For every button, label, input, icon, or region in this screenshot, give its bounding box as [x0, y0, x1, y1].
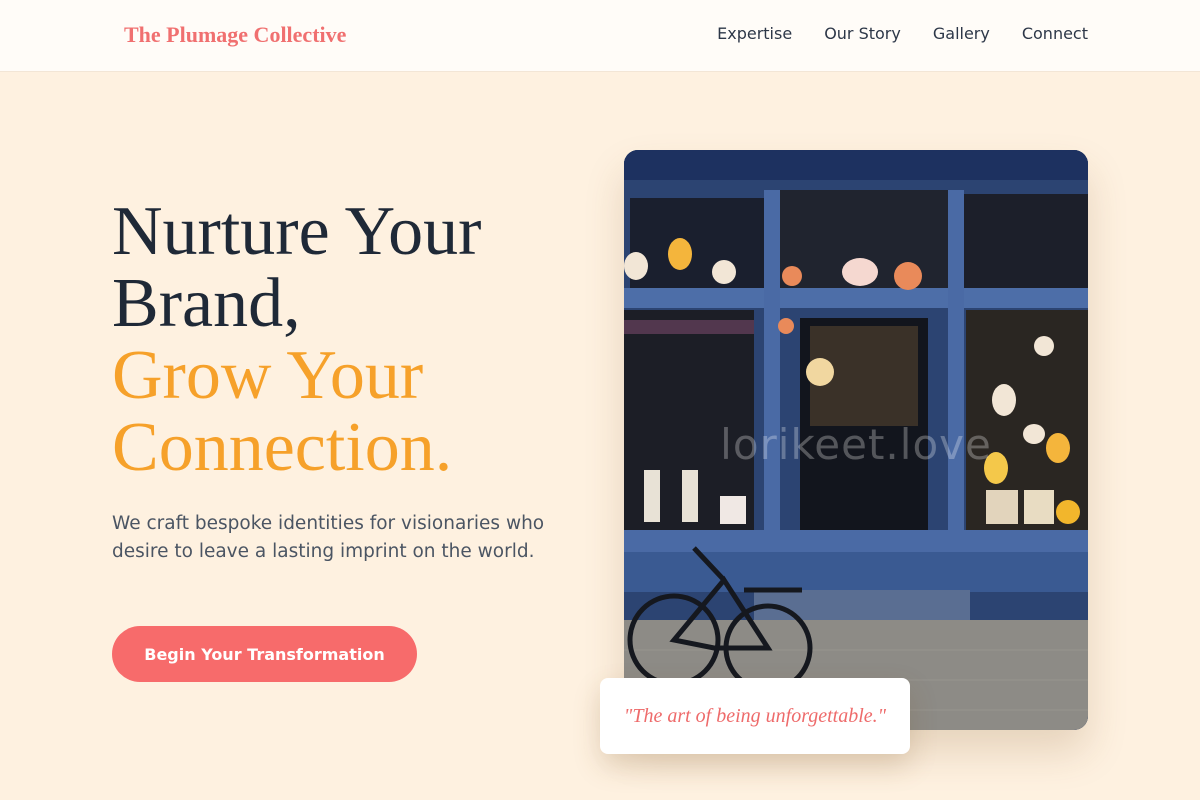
nav-link-our-story[interactable]: Our Story: [824, 24, 901, 43]
hero-title-line-2: Brand,: [112, 265, 301, 342]
main-nav: Expertise Our Story Gallery Connect: [717, 24, 1088, 43]
nav-link-gallery[interactable]: Gallery: [933, 24, 990, 43]
hero-title-accent-line-2: Connection.: [112, 409, 453, 486]
quote-text: "The art of being unforgettable.": [623, 704, 887, 727]
image-watermark: lorikeet.love: [720, 420, 992, 469]
hero-tagline: We craft bespoke identities for visionar…: [112, 513, 545, 562]
begin-transformation-button[interactable]: Begin Your Transformation: [112, 626, 417, 682]
quote-card: "The art of being unforgettable.": [600, 678, 910, 754]
nav-link-expertise[interactable]: Expertise: [717, 24, 792, 43]
hero-title-line-1: Nurture Your: [112, 193, 482, 270]
hero-title-accent-line-1: Grow Your: [112, 337, 424, 414]
storefront-photo: lorikeet.love: [624, 150, 1088, 730]
nav-link-connect[interactable]: Connect: [1022, 24, 1088, 43]
site-header: The Plumage Collective Expertise Our Sto…: [0, 0, 1200, 72]
hero-title: Nurture Your Brand, Grow Your Connection…: [112, 196, 592, 484]
brand-logo[interactable]: The Plumage Collective: [124, 22, 346, 48]
